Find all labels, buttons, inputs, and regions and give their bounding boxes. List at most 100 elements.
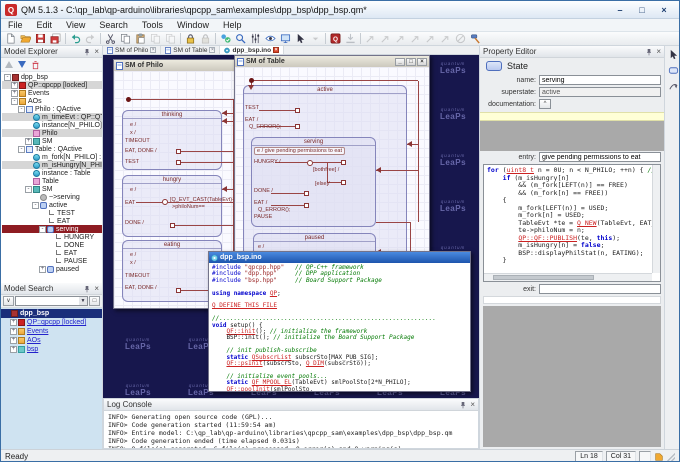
exit-summary-field[interactable]	[539, 284, 661, 294]
expander-icon[interactable]: -	[4, 74, 11, 81]
transition-tool-button[interactable]	[667, 80, 680, 93]
tree-item[interactable]: -serving	[2, 225, 102, 233]
initial-state-dot[interactable]	[126, 97, 131, 102]
expander-icon[interactable]: +	[11, 82, 18, 89]
code-editor-window[interactable]: dpp_bsp.ino #include "qpcpp.hpp" // QP-C…	[208, 251, 471, 392]
build-project-button[interactable]	[468, 32, 483, 45]
tab-close-icon[interactable]: ×	[209, 47, 215, 53]
tree-item[interactable]: TEST	[2, 209, 102, 217]
menu-edit[interactable]: Edit	[30, 20, 60, 30]
zoom-tool-button[interactable]	[233, 32, 248, 45]
close-panel-icon[interactable]: ×	[470, 401, 475, 409]
connection-point[interactable]	[176, 288, 181, 293]
choice-point[interactable]	[307, 160, 313, 166]
tree-item[interactable]: -Philo : QActive	[2, 105, 102, 113]
connection-point[interactable]	[176, 149, 181, 154]
tree-item[interactable]: DONE	[2, 241, 102, 249]
undo-button[interactable]	[68, 32, 83, 45]
entry-code-text[interactable]: for (uint8_t n = 0U; n < N_PHILO; ++n) {…	[484, 165, 652, 273]
tree-item[interactable]: instance : Table	[2, 169, 102, 177]
tree-item[interactable]: +Events	[2, 89, 102, 97]
pointer-tool-button[interactable]	[667, 48, 680, 61]
code-editor-text[interactable]: #include "qpcpp.hpp" // QP-C++ framework…	[209, 263, 470, 391]
tree-item[interactable]: PAUSE	[2, 257, 102, 265]
search-mode-button[interactable]: ∨	[3, 296, 14, 306]
window-minimize-icon[interactable]: _	[395, 58, 405, 66]
tree-item[interactable]: +QP::qpcpp [locked]	[1, 318, 102, 327]
cut-button[interactable]	[103, 32, 118, 45]
save-model-button[interactable]	[33, 32, 48, 45]
birdseye-view-button[interactable]	[278, 32, 293, 45]
save-all-button[interactable]	[48, 32, 63, 45]
window-maximize-icon[interactable]: □	[406, 58, 416, 66]
connection-point[interactable]	[170, 223, 175, 228]
entry-code-editor[interactable]: for (uint8_t n = 0U; n < N_PHILO; ++n) {…	[483, 164, 661, 282]
resize-grip[interactable]	[667, 453, 675, 461]
tree-item[interactable]: +bsp	[1, 345, 102, 354]
tree-item[interactable]: m_fork[N_PHILO] : ...	[2, 153, 102, 161]
tree-item[interactable]: -dpp_bsp	[2, 73, 102, 81]
connection-point[interactable]	[304, 191, 309, 196]
tab-sm-of-philo[interactable]: SM of Philo ×	[103, 46, 161, 54]
log-console-output[interactable]: INFO> Generating open source code (GPL).…	[104, 411, 478, 448]
connection-point[interactable]	[176, 160, 181, 165]
move-up-icon[interactable]	[5, 61, 13, 68]
menu-tools[interactable]: Tools	[135, 20, 170, 30]
tree-item[interactable]: dpp_bsp	[1, 309, 102, 318]
expander-icon[interactable]: +	[10, 337, 17, 344]
pin-icon[interactable]	[645, 48, 653, 56]
close-button[interactable]: ×	[653, 3, 675, 17]
connection-point[interactable]	[295, 108, 300, 113]
expander-icon[interactable]: +	[10, 319, 17, 326]
expander-icon[interactable]: +	[10, 346, 17, 353]
lock-model-button[interactable]	[183, 32, 198, 45]
close-panel-icon[interactable]: ×	[94, 48, 99, 56]
philo-window-titlebar[interactable]: SM of Philo	[114, 60, 242, 71]
expander-icon[interactable]: +	[25, 138, 32, 145]
tree-item[interactable]: HUNGRY	[2, 233, 102, 241]
expander-icon[interactable]: +	[39, 266, 46, 273]
menu-file[interactable]: File	[1, 20, 30, 30]
connection-point[interactable]	[304, 203, 309, 208]
expander-icon[interactable]: -	[39, 226, 46, 233]
expander-icon[interactable]: +	[11, 90, 18, 97]
delete-icon[interactable]	[31, 60, 40, 70]
expander-icon[interactable]: +	[10, 328, 17, 335]
tree-item[interactable]: +Events	[1, 327, 102, 336]
check-model-button[interactable]	[218, 32, 233, 45]
pin-icon[interactable]	[83, 48, 91, 56]
tree-item[interactable]: +paused	[2, 265, 102, 273]
pin-icon[interactable]	[83, 285, 91, 293]
entry-horizontal-scrollbar[interactable]	[484, 273, 652, 281]
tree-item[interactable]: -SM	[2, 185, 102, 193]
search-options-button[interactable]: □	[89, 296, 100, 306]
close-panel-icon[interactable]: ×	[656, 48, 661, 56]
menu-window[interactable]: Window	[170, 20, 216, 30]
scroll-thumb[interactable]	[493, 275, 594, 280]
show-details-button[interactable]	[263, 32, 278, 45]
initial-state-dot[interactable]	[249, 78, 254, 83]
tree-item[interactable]: -Table : QActive	[2, 145, 102, 153]
close-panel-icon[interactable]: ×	[94, 285, 99, 293]
state-tool-button[interactable]	[667, 64, 680, 77]
move-down-icon[interactable]	[18, 61, 26, 68]
tree-item[interactable]: m_timeEvt : QP::QTi...	[2, 113, 102, 121]
connection-point[interactable]	[341, 180, 346, 185]
tree-item[interactable]: +AOs	[1, 336, 102, 345]
title-bar[interactable]: Q QM 5.1.3 - C:\qp_lab\qp-arduino\librar…	[1, 1, 679, 19]
tree-item[interactable]: -AOs	[2, 97, 102, 105]
tree-item[interactable]: m_isHungry[N_PHI...	[2, 161, 102, 169]
collapse-toggle-button[interactable]: ^	[539, 99, 551, 109]
table-window-titlebar[interactable]: SM of Table _ □ ×	[235, 56, 429, 67]
generate-code-button[interactable]: Q	[328, 32, 343, 45]
menu-help[interactable]: Help	[216, 20, 249, 30]
minimize-button[interactable]: –	[609, 3, 631, 17]
entry-summary-field[interactable]	[539, 152, 661, 162]
tab-sm-of-table[interactable]: SM of Table ×	[161, 46, 220, 54]
search-input[interactable]	[16, 297, 79, 305]
entry-vertical-scrollbar[interactable]	[652, 165, 660, 273]
window-close-icon[interactable]: ×	[417, 58, 427, 66]
tab-close-icon[interactable]: ×	[150, 47, 156, 53]
filter-view-button[interactable]	[248, 32, 263, 45]
tree-item[interactable]: Table	[2, 177, 102, 185]
